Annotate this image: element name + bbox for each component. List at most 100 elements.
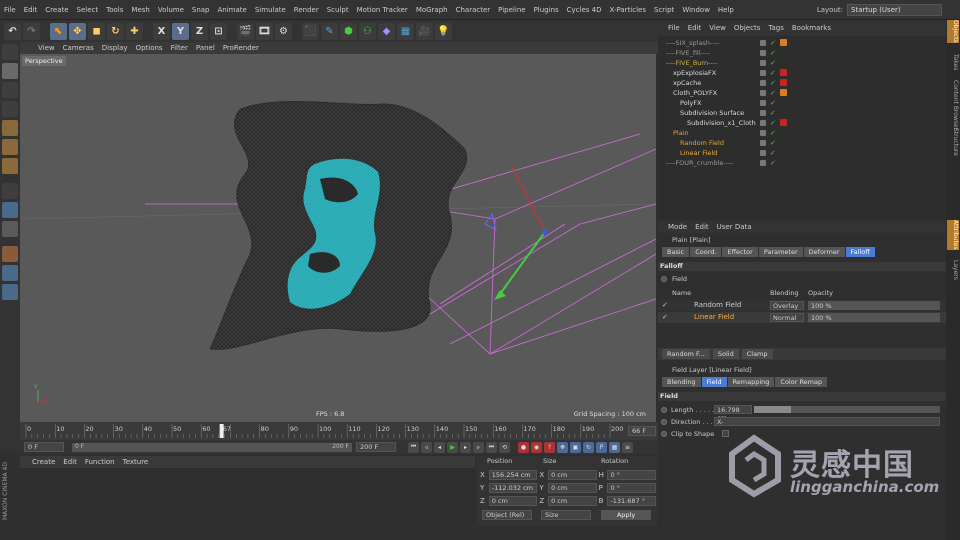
field-radio[interactable]	[661, 276, 667, 282]
material-menu-function[interactable]: Function	[81, 458, 119, 466]
previous-frame-icon[interactable]: ◂	[434, 441, 445, 453]
attr-tab-falloff[interactable]: Falloff	[845, 247, 875, 257]
size-y-field[interactable]: 0 cm	[548, 482, 597, 493]
layout-dropdown[interactable]: Startup (User)	[847, 4, 942, 16]
attr-tab-parameter[interactable]: Parameter	[758, 247, 803, 257]
side-tab-attributes[interactable]: Attributes	[947, 220, 959, 250]
object-menu-objects[interactable]: Objects	[730, 24, 764, 32]
object-tag-icon[interactable]	[780, 39, 787, 46]
object-row[interactable]: Cloth_POLYFX ✓	[658, 88, 946, 98]
polygons-mode-icon[interactable]	[2, 158, 18, 174]
layer-tab-remapping[interactable]: Remapping	[727, 377, 775, 387]
object-row[interactable]: xpExplosiaFX ✓	[658, 68, 946, 78]
play-icon[interactable]: ▶	[447, 441, 458, 453]
visibility-dots-icon[interactable]	[760, 90, 766, 96]
timeline-menu-icon[interactable]: ≡	[622, 441, 633, 453]
menu-file[interactable]: File	[0, 6, 20, 14]
solid-layer-button[interactable]: Solid	[712, 349, 739, 359]
light-icon[interactable]: 💡	[435, 22, 452, 40]
visibility-dots-icon[interactable]	[760, 60, 766, 66]
record-icon[interactable]: ●	[518, 441, 529, 453]
object-menu-bookmarks[interactable]: Bookmarks	[788, 24, 835, 32]
visibility-dots-icon[interactable]	[760, 80, 766, 86]
start-frame-field[interactable]: 0 F	[24, 442, 64, 452]
parameter-key-icon[interactable]: P	[596, 441, 607, 453]
enabled-check-icon[interactable]: ✓	[770, 128, 776, 138]
x-axis-lock[interactable]: X	[153, 22, 170, 40]
rotation-h-field[interactable]: 0 °	[607, 469, 656, 480]
visibility-dots-icon[interactable]	[760, 120, 766, 126]
enabled-check-icon[interactable]: ✓	[770, 138, 776, 148]
side-tab-takes[interactable]: Takes	[947, 54, 959, 70]
menu-plugins[interactable]: Plugins	[530, 6, 563, 14]
field-layer-row[interactable]: ✓ Random Field Overlay 100 %	[658, 300, 946, 311]
layer-tab-field[interactable]: Field	[701, 377, 727, 387]
clamp-layer-button[interactable]: Clamp	[741, 349, 773, 359]
enabled-check-icon[interactable]: ✓	[770, 68, 776, 78]
side-tab-content-browser[interactable]: Content Browser	[947, 80, 959, 130]
cube-icon[interactable]: ⬛	[302, 22, 319, 40]
pla-key-icon[interactable]: ▦	[609, 441, 620, 453]
previous-key-icon[interactable]: ◃	[421, 441, 432, 453]
end-frame-field[interactable]: 200 F	[356, 442, 396, 452]
direction-radio[interactable]	[661, 419, 667, 425]
autokey-icon[interactable]: ◉	[531, 441, 542, 453]
object-tag-icon[interactable]	[780, 69, 787, 76]
visibility-dots-icon[interactable]	[760, 100, 766, 106]
enabled-check-icon[interactable]: ✓	[770, 88, 776, 98]
enabled-check-icon[interactable]: ✓	[770, 98, 776, 108]
random-field-button[interactable]: Random F...	[662, 349, 710, 359]
enabled-check-icon[interactable]: ✓	[770, 108, 776, 118]
keyframe-selection-icon[interactable]: ?	[544, 441, 555, 453]
object-row[interactable]: ----FOUR_crumble---- ✓	[658, 158, 946, 168]
rotate-tool-icon[interactable]: ↻	[107, 22, 124, 40]
layer-opacity-field[interactable]: 100 %	[808, 313, 940, 322]
texture-mode-icon[interactable]	[2, 82, 18, 98]
layer-opacity-field[interactable]: 100 %	[808, 301, 940, 310]
render-picture-viewer-icon[interactable]: 🎞	[256, 22, 273, 40]
menu-mograph[interactable]: MoGraph	[412, 6, 452, 14]
position-z-field[interactable]: 0 cm	[488, 495, 538, 506]
scale-key-icon[interactable]: ▣	[570, 441, 581, 453]
menu-character[interactable]: Character	[452, 6, 495, 14]
menu-sculpt[interactable]: Sculpt	[323, 6, 353, 14]
go-to-start-icon[interactable]: ⏮	[408, 441, 419, 453]
object-row[interactable]: Random Field ✓	[658, 138, 946, 148]
menu-help[interactable]: Help	[714, 6, 738, 14]
rotation-p-field[interactable]: 0 °	[607, 482, 656, 493]
visibility-dots-icon[interactable]	[760, 110, 766, 116]
recent-tool-icon[interactable]: ✚	[126, 22, 143, 40]
next-key-icon[interactable]: ▹	[473, 441, 484, 453]
live-selection-icon[interactable]: ⬉	[50, 22, 67, 40]
object-row[interactable]: Subdivision Surface ✓	[658, 108, 946, 118]
visibility-dots-icon[interactable]	[760, 70, 766, 76]
viewport-menu-cameras[interactable]: Cameras	[59, 44, 98, 52]
render-settings-icon[interactable]: ⚙	[275, 22, 292, 40]
object-tag-icon[interactable]	[780, 89, 787, 96]
size-z-field[interactable]: 0 cm	[548, 495, 597, 506]
enable-axis-icon[interactable]	[2, 183, 18, 199]
timeline-playhead[interactable]	[219, 424, 224, 438]
menu-x-particles[interactable]: X-Particles	[606, 6, 650, 14]
viewport-menu-panel[interactable]: Panel	[192, 44, 219, 52]
menu-snap[interactable]: Snap	[188, 6, 214, 14]
next-frame-icon[interactable]: ▸	[460, 441, 471, 453]
object-row[interactable]: ----SIX_splash---- ✓	[658, 38, 946, 48]
quantize-icon[interactable]	[2, 246, 18, 262]
object-tag-icon[interactable]	[780, 119, 787, 126]
visibility-dots-icon[interactable]	[760, 50, 766, 56]
go-to-end-icon[interactable]: ⏭	[486, 441, 497, 453]
viewport-menu-filter[interactable]: Filter	[167, 44, 192, 52]
enabled-check-icon[interactable]: ✓	[770, 148, 776, 158]
current-frame-field[interactable]: 66 F	[628, 426, 656, 436]
visibility-dots-icon[interactable]	[760, 140, 766, 146]
clip-radio[interactable]	[661, 431, 667, 437]
position-key-icon[interactable]: ✥	[557, 441, 568, 453]
object-row[interactable]: ----FIVE_fill---- ✓	[658, 48, 946, 58]
menu-window[interactable]: Window	[678, 6, 714, 14]
menu-render[interactable]: Render	[290, 6, 323, 14]
enabled-check-icon[interactable]: ✓	[770, 58, 776, 68]
y-axis-lock[interactable]: Y	[172, 22, 189, 40]
deformer-icon[interactable]: ◆	[378, 22, 395, 40]
edges-mode-icon[interactable]	[2, 139, 18, 155]
